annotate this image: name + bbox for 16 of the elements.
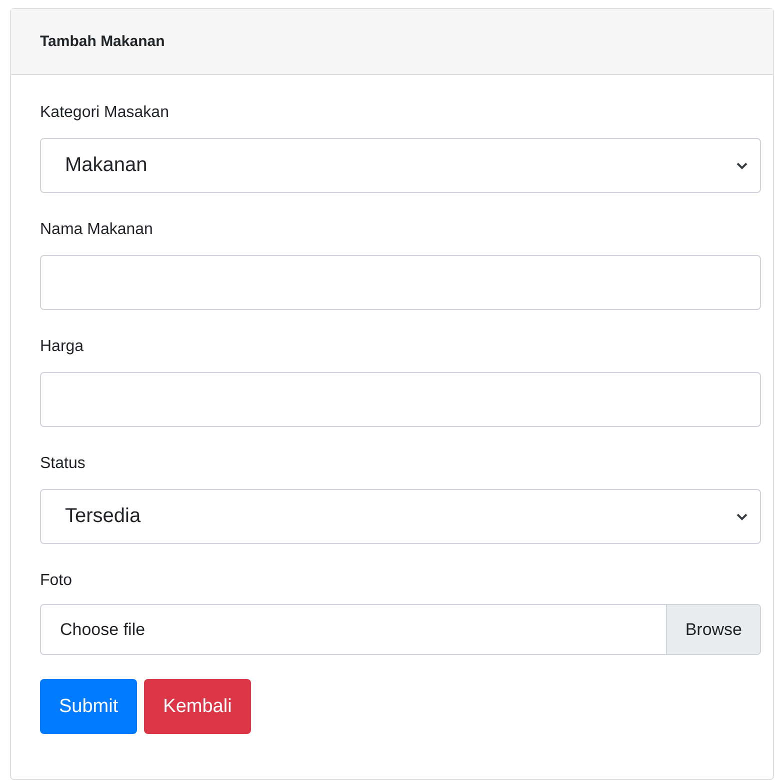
field-label: Foto bbox=[40, 571, 72, 591]
field-label: Status bbox=[40, 454, 86, 474]
input-field[interactable] bbox=[40, 372, 761, 427]
select-field[interactable]: Tersedia bbox=[40, 489, 761, 544]
chevron-down-icon bbox=[736, 512, 748, 520]
back-button[interactable]: Kembali bbox=[144, 679, 251, 734]
field-label: Kategori Masakan bbox=[40, 103, 169, 123]
field-label: Nama Makanan bbox=[40, 220, 153, 240]
field-label: Harga bbox=[40, 337, 84, 357]
select-field[interactable]: Makanan bbox=[40, 138, 761, 193]
browse-button[interactable]: Browse bbox=[666, 605, 760, 654]
input-field[interactable] bbox=[40, 255, 761, 310]
card-title: Tambah Makanan bbox=[40, 33, 165, 50]
file-field[interactable]: Choose file Browse bbox=[40, 604, 761, 655]
submit-button[interactable]: Submit bbox=[40, 679, 138, 734]
chevron-down-icon bbox=[736, 162, 748, 170]
